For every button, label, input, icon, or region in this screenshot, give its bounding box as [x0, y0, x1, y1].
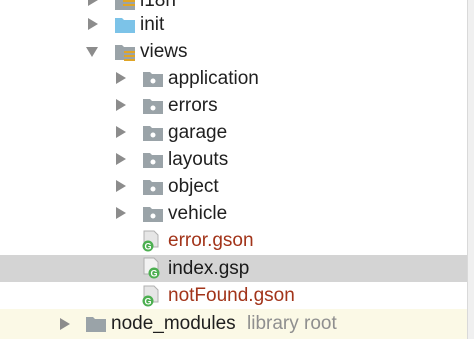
- tree-item-vehicle[interactable]: vehicle: [0, 200, 474, 227]
- expand-arrow-icon[interactable]: [88, 0, 98, 6]
- project-tree: i18n init views application errors garag…: [0, 0, 474, 339]
- scrollbar-track[interactable]: [467, 0, 474, 339]
- expand-arrow-icon[interactable]: [116, 180, 126, 192]
- expand-arrow-icon[interactable]: [60, 318, 70, 330]
- tree-item-label: index.gsp: [168, 258, 250, 279]
- tree-item-label: object: [168, 176, 219, 197]
- expand-arrow-icon[interactable]: [116, 207, 126, 219]
- expand-arrow-icon[interactable]: [88, 18, 98, 30]
- grails-file-icon: G: [141, 257, 163, 285]
- library-root-badge: library root: [247, 313, 337, 334]
- tree-item-notfound-gson[interactable]: G notFound.gson: [0, 282, 474, 309]
- grails-file-icon: G: [141, 230, 163, 258]
- tree-item-label: vehicle: [168, 203, 228, 224]
- tree-item-label: error.gson: [168, 230, 254, 251]
- tree-item-label: application: [168, 68, 259, 89]
- expand-arrow-icon[interactable]: [116, 99, 126, 111]
- tree-item-errors[interactable]: errors: [0, 92, 474, 119]
- tree-item-label: garage: [168, 122, 228, 143]
- tree-item-init[interactable]: init: [0, 11, 474, 38]
- expand-arrow-icon[interactable]: [116, 72, 126, 84]
- svg-text:G: G: [144, 242, 151, 252]
- tree-item-node-modules[interactable]: node_modules library root: [0, 309, 474, 339]
- collapse-arrow-icon[interactable]: [86, 47, 98, 57]
- tree-item-index-gsp[interactable]: G index.gsp: [0, 255, 474, 282]
- expand-arrow-icon[interactable]: [116, 153, 126, 165]
- folder-icon: [85, 314, 107, 339]
- tree-item-label: node_modules: [111, 313, 236, 334]
- tree-item-garage[interactable]: garage: [0, 119, 474, 146]
- tree-item-application[interactable]: application: [0, 65, 474, 92]
- tree-item-error-gson[interactable]: G error.gson: [0, 227, 474, 254]
- svg-text:G: G: [144, 297, 151, 307]
- svg-text:G: G: [150, 269, 157, 279]
- tree-item-label: views: [140, 41, 188, 62]
- tree-item-layouts[interactable]: layouts: [0, 146, 474, 173]
- tree-item-object[interactable]: object: [0, 173, 474, 200]
- tree-item-views[interactable]: views: [0, 38, 474, 65]
- tree-item-label: layouts: [168, 149, 229, 170]
- expand-arrow-icon[interactable]: [116, 126, 126, 138]
- tree-item-label: notFound.gson: [168, 285, 295, 306]
- tree-item-label: init: [140, 14, 165, 35]
- tree-item-label: errors: [168, 95, 218, 116]
